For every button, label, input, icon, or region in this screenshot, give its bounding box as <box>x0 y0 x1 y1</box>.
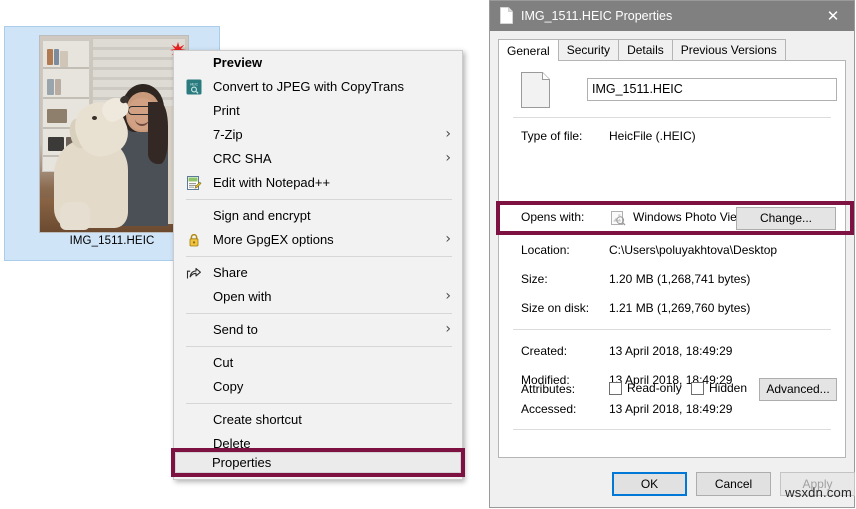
menu-item-properties[interactable]: Properties <box>175 452 461 473</box>
menu-separator <box>186 256 452 257</box>
divider <box>513 329 831 330</box>
tab-security[interactable]: Security <box>557 39 620 60</box>
share-icon <box>186 265 202 281</box>
menu-item-open-with[interactable]: Open with › <box>174 285 462 309</box>
menu-item-label: More GpgEX options <box>213 232 334 247</box>
menu-item-label: Open with <box>213 289 272 304</box>
menu-item-label: CRC SHA <box>213 151 272 166</box>
readonly-checkbox[interactable] <box>609 382 622 395</box>
svg-text:HEIC: HEIC <box>190 82 199 86</box>
row-value: 1.21 MB (1,269,760 bytes) <box>609 301 751 315</box>
tab-general[interactable]: General <box>498 39 559 61</box>
menu-item-cut[interactable]: Cut <box>174 351 462 375</box>
tab-label: Previous Versions <box>680 43 777 57</box>
chevron-right-icon: › <box>445 126 451 142</box>
file-thumbnail <box>39 35 189 233</box>
divider <box>513 429 831 430</box>
menu-item-label: Print <box>213 103 240 118</box>
menu-separator <box>186 199 452 200</box>
row-value: C:\Users\poluyakhtova\Desktop <box>609 243 778 257</box>
menu-item-edit-with-notepadpp[interactable]: Edit with Notepad++ <box>174 171 462 195</box>
menu-item-convert-to-jpeg[interactable]: HEIC Convert to JPEG with CopyTrans <box>174 75 462 99</box>
cancel-button[interactable]: Cancel <box>696 472 771 496</box>
menu-item-label: Edit with Notepad++ <box>213 175 331 190</box>
filename-input[interactable]: IMG_1511.HEIC <box>587 78 837 101</box>
dialog-title: IMG_1511.HEIC Properties <box>521 9 673 23</box>
file-icon <box>500 7 513 24</box>
general-tab-panel: IMG_1511.HEIC Type of file: HeicFile (.H… <box>496 60 854 458</box>
row-label: Created: <box>521 344 568 358</box>
row-label: Attributes: <box>521 382 576 396</box>
opens-with-highlight-box <box>496 201 854 235</box>
menu-item-crc-sha[interactable]: CRC SHA › <box>174 147 462 171</box>
advanced-button[interactable]: Advanced... <box>759 378 837 401</box>
menu-item-label: Sign and encrypt <box>213 208 311 223</box>
menu-item-label: Send to <box>213 322 258 337</box>
menu-item-label: Share <box>213 265 248 280</box>
close-icon[interactable]: ✕ <box>812 1 854 31</box>
tab-label: General <box>507 44 550 58</box>
row-size: Size: 1.20 MB (1,268,741 bytes) <box>499 272 845 290</box>
chevron-right-icon: › <box>445 321 451 337</box>
row-accessed: Accessed: 13 April 2018, 18:49:29 <box>499 402 845 420</box>
row-label: Location: <box>521 243 570 257</box>
lock-icon <box>186 232 202 248</box>
properties-dialog: IMG_1511.HEIC Properties ✕ General Secur… <box>489 0 855 508</box>
chevron-right-icon: › <box>445 231 451 247</box>
divider <box>513 117 831 118</box>
menu-separator <box>186 313 452 314</box>
menu-item-7zip[interactable]: 7-Zip › <box>174 123 462 147</box>
notepadpp-icon <box>186 175 202 191</box>
tab-label: Security <box>566 43 611 57</box>
chevron-right-icon: › <box>445 288 451 304</box>
tab-previous-versions[interactable]: Previous Versions <box>671 39 786 60</box>
row-value: HeicFile (.HEIC) <box>609 129 696 143</box>
menu-item-share[interactable]: Share <box>174 261 462 285</box>
menu-item-more-gpgex-options[interactable]: More GpgEX options › <box>174 228 462 252</box>
document-icon <box>521 72 550 108</box>
row-value: 13 April 2018, 18:49:29 <box>609 344 733 358</box>
menu-item-preview[interactable]: Preview <box>174 51 462 75</box>
row-type-of-file: Type of file: HeicFile (.HEIC) <box>499 129 845 147</box>
menu-separator <box>186 346 452 347</box>
hidden-checkbox[interactable] <box>691 382 704 395</box>
row-label: Size: <box>521 272 548 286</box>
context-menu[interactable]: Preview HEIC Convert to JPEG with CopyTr… <box>171 50 465 480</box>
tab-label: Details <box>627 43 664 57</box>
menu-item-sign-and-encrypt[interactable]: Sign and encrypt <box>174 204 462 228</box>
copytrans-icon: HEIC <box>186 79 202 95</box>
row-value: 1.20 MB (1,268,741 bytes) <box>609 272 751 286</box>
menu-item-print[interactable]: Print <box>174 99 462 123</box>
tab-strip[interactable]: General Security Details Previous Versio… <box>498 39 786 61</box>
menu-separator <box>186 403 452 404</box>
menu-item-label: Properties <box>212 455 272 470</box>
readonly-label: Read-only <box>627 381 682 395</box>
tab-details[interactable]: Details <box>618 39 673 60</box>
menu-item-label: Preview <box>213 55 263 70</box>
menu-item-create-shortcut[interactable]: Create shortcut <box>174 408 462 432</box>
row-value: 13 April 2018, 18:49:29 <box>609 402 733 416</box>
row-label: Type of file: <box>521 129 583 143</box>
menu-item-copy[interactable]: Copy <box>174 375 462 399</box>
chevron-right-icon: › <box>445 150 451 166</box>
watermark: wsxdn.com <box>785 485 852 500</box>
dialog-titlebar[interactable]: IMG_1511.HEIC Properties ✕ <box>490 1 854 31</box>
properties-highlight-wrap: Properties <box>171 448 465 477</box>
row-label: Size on disk: <box>521 301 590 315</box>
menu-item-label: Copy <box>213 379 244 394</box>
ok-button[interactable]: OK <box>612 472 687 496</box>
row-size-on-disk: Size on disk: 1.21 MB (1,269,760 bytes) <box>499 301 845 319</box>
row-label: Accessed: <box>521 402 577 416</box>
menu-item-label: Create shortcut <box>213 412 302 427</box>
menu-item-label: 7-Zip <box>213 127 243 142</box>
menu-item-label: Convert to JPEG with CopyTrans <box>213 79 404 94</box>
menu-item-send-to[interactable]: Send to › <box>174 318 462 342</box>
menu-item-label: Cut <box>213 355 234 370</box>
row-created: Created: 13 April 2018, 18:49:29 <box>499 344 845 362</box>
hidden-label: Hidden <box>709 381 748 395</box>
row-attributes: Attributes: Read-only Hidden Advanced... <box>499 378 845 401</box>
row-location: Location: C:\Users\poluyakhtova\Desktop <box>499 243 845 261</box>
